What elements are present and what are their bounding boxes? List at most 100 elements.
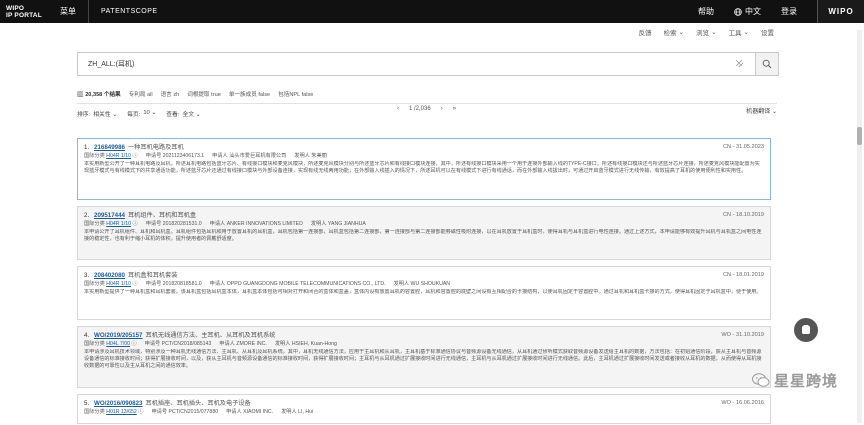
pagination: ‹ 1 /2,036 › » bbox=[397, 106, 456, 112]
help-link[interactable]: 帮助 bbox=[698, 6, 724, 17]
ipc-field: 国际分类 H04L 7/00 ⓘ bbox=[84, 341, 137, 347]
tools-menu[interactable]: 工具 ⌄ bbox=[729, 27, 749, 37]
scrollbar-track[interactable] bbox=[857, 30, 862, 423]
info-icon[interactable]: ⓘ bbox=[132, 281, 137, 287]
result-title[interactable]: 一种耳机电路及耳机 bbox=[128, 143, 184, 152]
result-number: 1. bbox=[84, 144, 90, 151]
clear-icon[interactable] bbox=[734, 58, 744, 70]
wipo-brand[interactable]: WIPO bbox=[817, 0, 864, 23]
chevron-down-icon: ⌄ bbox=[711, 29, 717, 36]
applicant-field: 申请人 ANKER INNOVATIONS LIMITED bbox=[209, 221, 303, 227]
language-selector[interactable]: 中文 bbox=[734, 6, 771, 17]
application-number-field: 申请号 2021123406173.1 bbox=[145, 153, 205, 159]
sort-bar: 排序: 相关性 ⌄ 每页: 10 ⌄ 查看: 全文 ⌄ ‹ 1 /2,036 ›… bbox=[77, 106, 777, 120]
result-card[interactable]: 3. 208402080 耳机盒和耳机套装 CN - 18.01.2019 国际分类 H… bbox=[77, 266, 771, 320]
chevron-down-icon: ⌄ bbox=[678, 29, 685, 36]
inventor-field: 发明人 HSIEH, Kuan-Hong bbox=[274, 341, 337, 347]
result-meta-row: 国际分类 H04R 1/10 ⓘ 申请号 201820281531.0 申请人 AN… bbox=[84, 220, 764, 228]
result-abstract: 本申请涉及耳机技术领域，特别涉及一种耳机无线通信方法、主耳机、从耳机及耳机系统。… bbox=[84, 349, 762, 369]
login-link[interactable]: 登录 bbox=[781, 6, 807, 17]
sub-navigation: 反馈 检索 ⌄ 浏览 ⌄ 工具 ⌄ 设置 bbox=[639, 27, 774, 37]
watermark-text: 星星跨境 bbox=[774, 373, 839, 390]
result-date: CN - 18.10.2019 bbox=[722, 212, 764, 218]
page-indicator: 1 /2,036 bbox=[409, 106, 431, 112]
view-select[interactable]: 全文 ⌄ bbox=[182, 109, 200, 118]
ipc-link[interactable]: H04R 1/10 bbox=[106, 153, 131, 159]
per-page-select[interactable]: 10 ⌄ bbox=[143, 110, 156, 116]
result-meta-row: 国际分类 H01R 13/652 ⓘ 申请号 PCT/CN2015/077880 申… bbox=[84, 408, 764, 416]
publication-number-link[interactable]: 216849986 bbox=[94, 143, 125, 152]
wipo-ip-portal-logo[interactable]: WIPO IP PORTAL bbox=[0, 0, 50, 23]
result-abstract: 本实用新型公开了一种耳机电路及耳机，所述耳机电路包括蓝牙芯片、有线接口模块和麦克… bbox=[84, 161, 760, 174]
result-title[interactable]: 耳机组件、耳机和耳机盒 bbox=[128, 211, 196, 220]
result-card[interactable]: 2. 209517444 耳机组件、耳机和耳机盒 CN - 18.10.2019 国际分… bbox=[77, 206, 771, 260]
last-page-icon[interactable]: » bbox=[453, 106, 456, 112]
per-page-label: 每页: bbox=[127, 111, 141, 118]
sort-value: 相关性 bbox=[93, 111, 111, 118]
result-date: WO - 16.06.2016 bbox=[721, 400, 764, 406]
top-navigation-bar: WIPO IP PORTAL 菜单 PATENTSCOPE 帮助 中文 登录 W… bbox=[0, 0, 864, 23]
result-date: CN - 18.01.2019 bbox=[722, 272, 764, 278]
menu-button[interactable]: 菜单 bbox=[60, 6, 76, 17]
search-icon bbox=[762, 59, 772, 69]
inventor-field: 发明人 朱美丽 bbox=[294, 153, 327, 159]
search-menu-label: 检索 bbox=[663, 30, 677, 37]
chevron-down-icon: ⌄ bbox=[743, 29, 749, 36]
results-count: ▥ 20,358 个结果 bbox=[77, 91, 121, 98]
ipc-link[interactable]: H04R 1/10 bbox=[106, 221, 131, 227]
prev-page-icon[interactable]: ‹ bbox=[397, 106, 399, 112]
search-box bbox=[77, 52, 779, 76]
result-date: WO - 31.10.2019 bbox=[721, 332, 764, 338]
single-family-filter: 单一族成员 false bbox=[228, 92, 271, 98]
search-input[interactable] bbox=[86, 59, 690, 69]
next-page-icon[interactable]: › bbox=[441, 106, 443, 112]
watermark: 星星跨境 bbox=[752, 370, 838, 391]
view-value: 全文 bbox=[182, 111, 195, 118]
search-menu[interactable]: 检索 ⌄ bbox=[664, 27, 684, 37]
result-date: CN - 31.05.2023 bbox=[722, 144, 764, 150]
globe-icon bbox=[734, 7, 742, 16]
sort-select[interactable]: 相关性 ⌄ bbox=[93, 109, 117, 118]
machine-translation-select[interactable]: 机器翻译 ⌄ bbox=[746, 106, 777, 115]
search-button[interactable] bbox=[755, 53, 778, 75]
scrollbar-thumb[interactable] bbox=[857, 127, 862, 145]
floating-feedback-button[interactable] bbox=[794, 318, 818, 342]
ipc-link[interactable]: H04R 1/10 bbox=[106, 281, 131, 287]
login-label: 登录 bbox=[781, 7, 797, 16]
settings-link[interactable]: 设置 bbox=[761, 27, 774, 37]
publication-number-link[interactable]: WO/2016/090823 bbox=[94, 399, 143, 408]
applicant-field: 申请人 XIAOMI INC. bbox=[226, 409, 274, 415]
result-title-row: 4. WO/2019/205157 耳机无线通信方法、主耳机、从耳机及耳机系统 WO … bbox=[84, 331, 764, 340]
divider bbox=[77, 103, 777, 104]
ipc-link[interactable]: H01R 13/652 bbox=[106, 409, 137, 415]
logo-line1: WIPO bbox=[6, 4, 25, 12]
logo-line2: IP PORTAL bbox=[6, 11, 42, 19]
feedback-link[interactable]: 反馈 bbox=[639, 27, 652, 37]
publication-number-link[interactable]: 209517444 bbox=[94, 211, 125, 220]
browse-menu-label: 浏览 bbox=[696, 30, 710, 37]
info-icon[interactable]: ⓘ bbox=[138, 409, 143, 415]
info-icon[interactable]: ⓘ bbox=[131, 341, 136, 347]
ipc-field: 国际分类 H04R 1/10 ⓘ bbox=[84, 221, 138, 227]
chat-icon bbox=[802, 325, 810, 334]
result-card[interactable]: 5. WO/2016/090823 耳机插座、耳机插头、耳机及电子设备 WO - 16… bbox=[77, 394, 771, 424]
result-title[interactable]: 耳机无线通信方法、主耳机、从耳机及耳机系统 bbox=[146, 331, 276, 340]
inventor-field: 发明人 YANG JIANHUA bbox=[310, 221, 366, 227]
result-title[interactable]: 耳机插座、耳机插头、耳机及电子设备 bbox=[146, 399, 251, 408]
browse-menu[interactable]: 浏览 ⌄ bbox=[696, 27, 716, 37]
ipc-link[interactable]: H04L 7/00 bbox=[106, 341, 130, 347]
sort-label: 排序: bbox=[77, 111, 91, 118]
result-title[interactable]: 耳机盒和耳机套装 bbox=[128, 271, 178, 280]
product-name[interactable]: PATENTSCOPE bbox=[101, 8, 158, 15]
applicant-field: 申请人 OPPO GUANGDONG MOBILE TELECOMMUNICAT… bbox=[209, 281, 386, 287]
publication-number-link[interactable]: 208402080 bbox=[94, 271, 125, 280]
view-label: 查看: bbox=[166, 111, 180, 118]
result-card[interactable]: 4. WO/2019/205157 耳机无线通信方法、主耳机、从耳机及耳机系统 WO … bbox=[77, 326, 771, 388]
application-number-field: 申请号 201820281531.0 bbox=[145, 221, 202, 227]
result-card[interactable]: 1. 216849986 一种耳机电路及耳机 CN - 31.05.2023 国际分类 … bbox=[77, 138, 771, 200]
info-icon[interactable]: ⓘ bbox=[132, 153, 137, 159]
info-icon[interactable]: ⓘ bbox=[132, 221, 137, 227]
result-abstract: 本实用新型提供了一种耳机盒和耳机套装。该耳机盒包括耳机盒本体，耳机盒本体包括可相… bbox=[84, 289, 762, 295]
language-filter: 语言 zh bbox=[160, 92, 180, 98]
publication-number-link[interactable]: WO/2019/205157 bbox=[94, 331, 143, 340]
